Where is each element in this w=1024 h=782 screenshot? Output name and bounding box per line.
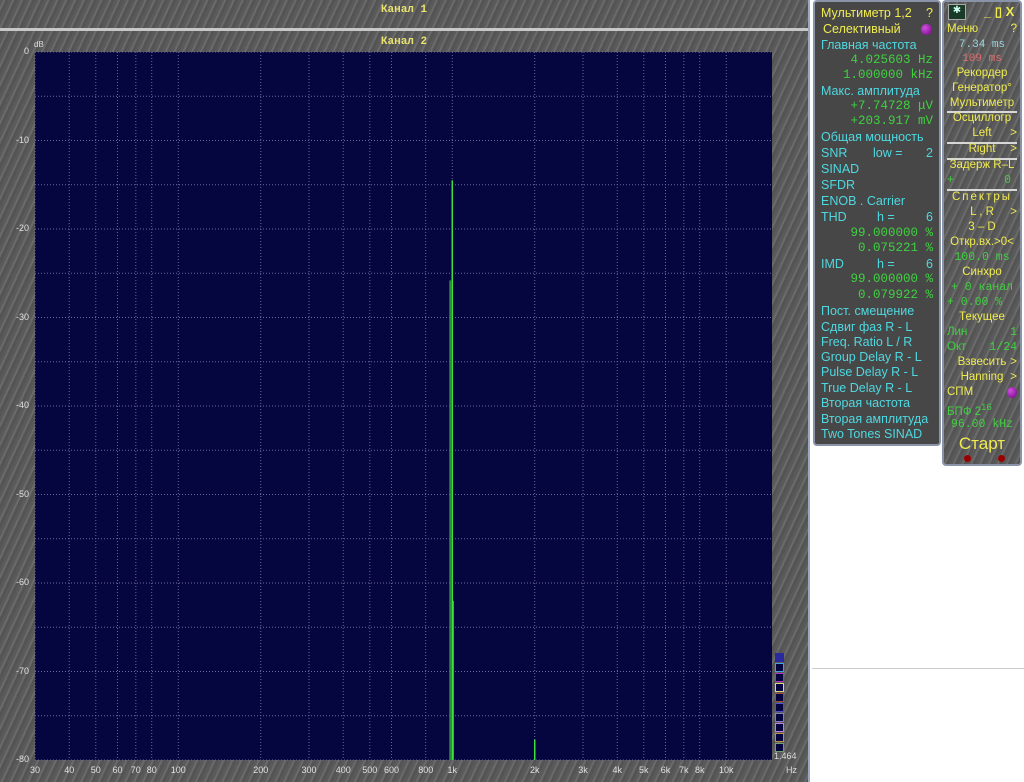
- chevron-right-icon: >: [1010, 127, 1017, 139]
- max-amplitude-value-1: +7.74728 μV: [850, 99, 933, 113]
- help-button[interactable]: ?: [947, 23, 1017, 39]
- freq-ratio[interactable]: Freq. Ratio L / R: [821, 335, 933, 351]
- trace-color-swatch[interactable]: [775, 703, 784, 712]
- trace-color-swatch[interactable]: [775, 683, 784, 692]
- oct-value: 1/24: [989, 341, 1017, 354]
- group-delay[interactable]: Group Delay R - L: [821, 350, 933, 366]
- window-label: Hanning: [960, 371, 1004, 383]
- plot-background: [35, 52, 772, 760]
- trace-color-swatch[interactable]: [775, 653, 784, 662]
- selective-mode[interactable]: Селективный: [823, 22, 933, 38]
- fft-size[interactable]: БПФ 216: [947, 402, 1017, 418]
- fft-label: БПФ 2: [947, 405, 982, 418]
- trace-color-swatch[interactable]: [775, 743, 784, 752]
- generator-button[interactable]: Генератор°: [947, 82, 1017, 98]
- chevron-right-icon: >: [1010, 356, 1017, 368]
- fft-exponent: 16: [981, 402, 992, 413]
- sample-rate[interactable]: 96.00 kHz: [947, 418, 1017, 434]
- true-delay[interactable]: True Delay R - L: [821, 381, 933, 397]
- spectra-button[interactable]: Спектры: [947, 191, 1017, 207]
- led-left-icon: [964, 455, 971, 462]
- chevron-right-icon: >: [1010, 206, 1017, 218]
- close-button[interactable]: X: [1006, 4, 1015, 19]
- second-frequency[interactable]: Вторая частота: [821, 396, 933, 412]
- pulse-delay[interactable]: Pulse Delay R - L: [821, 365, 933, 381]
- thd-h-value[interactable]: 6: [821, 210, 933, 226]
- maximize-button[interactable]: ▯: [995, 4, 1002, 19]
- sinad[interactable]: SINAD: [821, 162, 933, 178]
- trace-color-swatch[interactable]: [775, 713, 784, 722]
- spectrum-plot[interactable]: [0, 0, 810, 782]
- snr-low-value[interactable]: 2: [821, 146, 933, 162]
- multimeter-panel: Мультиметр 1,2 ? Селективный Главная час…: [813, 0, 941, 446]
- main-frequency-label[interactable]: Главная частота: [821, 38, 933, 54]
- sync-percent[interactable]: + 0.00 %: [947, 296, 1017, 312]
- second-amplitude[interactable]: Вторая амплитуда: [821, 412, 933, 428]
- main-frequency-value-2: 1.000000 kHz: [842, 68, 933, 82]
- left-channel-button[interactable]: Left >: [947, 127, 1017, 143]
- open-input-value[interactable]: 100.0 ms: [947, 251, 1017, 267]
- trace-color-swatch[interactable]: [775, 693, 784, 702]
- led-right-icon: [998, 455, 1005, 462]
- control-panel: ✱ _ ▯ X Меню ? 7.34 ms 109 ms Рекордер Г…: [942, 0, 1022, 466]
- imd-value-1: 99.000000 %: [850, 272, 933, 286]
- trace-color-swatch[interactable]: [775, 733, 784, 742]
- lr-button[interactable]: L , R >: [947, 206, 1017, 222]
- weighting-button[interactable]: Взвесить >: [947, 356, 1017, 372]
- lin-value: 1: [1010, 326, 1017, 339]
- start-button[interactable]: Старт: [947, 434, 1017, 454]
- trace-color-swatch[interactable]: [775, 723, 784, 732]
- weigh-label: Взвесить: [957, 356, 1007, 368]
- dc-offset[interactable]: Пост. смещение: [821, 304, 933, 320]
- right-channel-button[interactable]: Right >: [947, 143, 1017, 159]
- left-label: Left: [972, 127, 992, 139]
- lr-label: L , R: [970, 206, 994, 218]
- trace-color-swatch[interactable]: [775, 673, 784, 682]
- sfdr[interactable]: SFDR: [821, 178, 933, 194]
- imd-value-2: 0.079922 %: [857, 288, 933, 302]
- current-button[interactable]: Текущее: [947, 311, 1017, 327]
- imd-h-value[interactable]: 6: [821, 257, 933, 273]
- sync-channel[interactable]: + 0 канал: [947, 281, 1017, 297]
- max-amplitude-label[interactable]: Макс. амплитуда: [821, 84, 933, 100]
- help-button[interactable]: ?: [821, 6, 933, 22]
- app-logo-icon: ✱: [948, 4, 966, 20]
- right-label: Right: [968, 143, 996, 155]
- psd-indicator-icon[interactable]: [1007, 387, 1017, 398]
- main-frequency-value-1: 4.025603 Hz: [850, 53, 933, 67]
- phase-shift[interactable]: Сдвиг фаз R - L: [821, 320, 933, 336]
- recorder-button[interactable]: Рекордер: [947, 67, 1017, 83]
- chevron-right-icon: >: [1010, 143, 1017, 155]
- delay-button[interactable]: Задерж R–L: [947, 159, 1017, 175]
- thd-value-2: 0.075221 %: [857, 241, 933, 255]
- 3d-button[interactable]: 3 – D: [947, 221, 1017, 237]
- oscillograph-button[interactable]: Осциллогр: [947, 112, 1017, 128]
- two-tones-sinad[interactable]: Two Tones SINAD: [821, 427, 933, 443]
- mode-indicator-icon[interactable]: [921, 24, 932, 35]
- thd-value-1: 99.000000 %: [850, 226, 933, 240]
- divider: [812, 668, 1024, 669]
- open-input-button[interactable]: Откр.вх.>0<: [947, 236, 1017, 252]
- chevron-right-icon: >: [1010, 371, 1017, 383]
- delay-value[interactable]: 0: [947, 174, 1017, 190]
- window-button[interactable]: Hanning >: [947, 371, 1017, 387]
- sync-button[interactable]: Синхро: [947, 266, 1017, 282]
- spectrum-window: Канал 1 Канал 2 dB Hz 1.464 30 40 50 60 70 80…: [0, 0, 810, 782]
- minimize-button[interactable]: _: [984, 4, 991, 19]
- total-power[interactable]: Общая мощность: [821, 130, 933, 146]
- enob[interactable]: ENOB . Carrier: [821, 194, 933, 210]
- trace-color-swatch[interactable]: [775, 663, 784, 672]
- max-amplitude-value-2: +203.917 mV: [850, 114, 933, 128]
